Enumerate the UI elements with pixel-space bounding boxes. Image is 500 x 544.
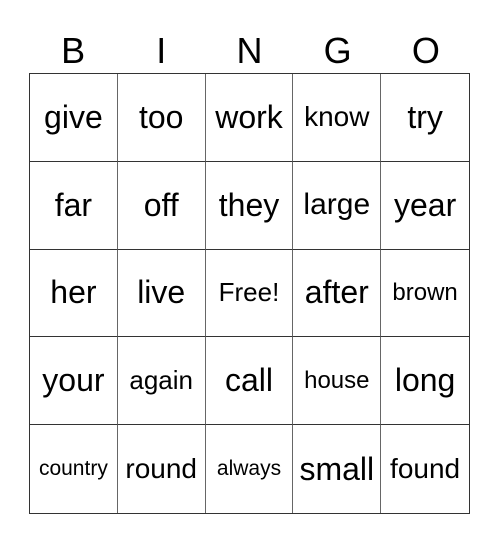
bingo-cell[interactable]: brown <box>381 250 469 338</box>
bingo-cell[interactable]: your <box>30 337 118 426</box>
bingo-cell[interactable]: give <box>30 74 118 162</box>
bingo-cell[interactable]: live <box>117 249 206 338</box>
bingo-cell[interactable]: they <box>205 161 294 250</box>
bingo-cell[interactable]: after <box>293 249 382 338</box>
bingo-cell[interactable]: country <box>30 425 118 513</box>
bingo-cell[interactable]: small <box>293 425 382 513</box>
bingo-cell[interactable]: long <box>381 337 469 426</box>
bingo-cell[interactable]: work <box>205 74 294 162</box>
bingo-cell[interactable]: try <box>381 74 469 162</box>
bingo-grid: give too work know try far off they larg… <box>29 73 470 514</box>
header-letter-g: G <box>323 30 352 71</box>
bingo-cell[interactable]: house <box>293 337 382 426</box>
bingo-cell[interactable]: her <box>30 249 118 338</box>
bingo-cell[interactable]: large <box>293 161 382 250</box>
header-letter-o: O <box>411 30 440 71</box>
bingo-cell[interactable]: round <box>118 425 206 513</box>
header-letter-i: I <box>156 30 167 71</box>
header-letter-n: N <box>236 30 263 71</box>
bingo-cell[interactable]: know <box>293 74 382 162</box>
bingo-cell[interactable]: again <box>117 337 206 426</box>
bingo-cell[interactable]: always <box>206 425 294 513</box>
bingo-cell[interactable]: far <box>30 161 118 250</box>
bingo-cell[interactable]: call <box>205 337 294 426</box>
bingo-cell-free[interactable]: Free! <box>205 249 294 338</box>
bingo-header: B I N G O <box>29 30 470 72</box>
bingo-cell[interactable]: too <box>117 74 206 162</box>
bingo-cell[interactable]: year <box>381 162 469 250</box>
bingo-cell[interactable]: found <box>381 425 469 513</box>
header-letter-b: B <box>61 30 86 71</box>
bingo-cell[interactable]: off <box>117 161 206 250</box>
